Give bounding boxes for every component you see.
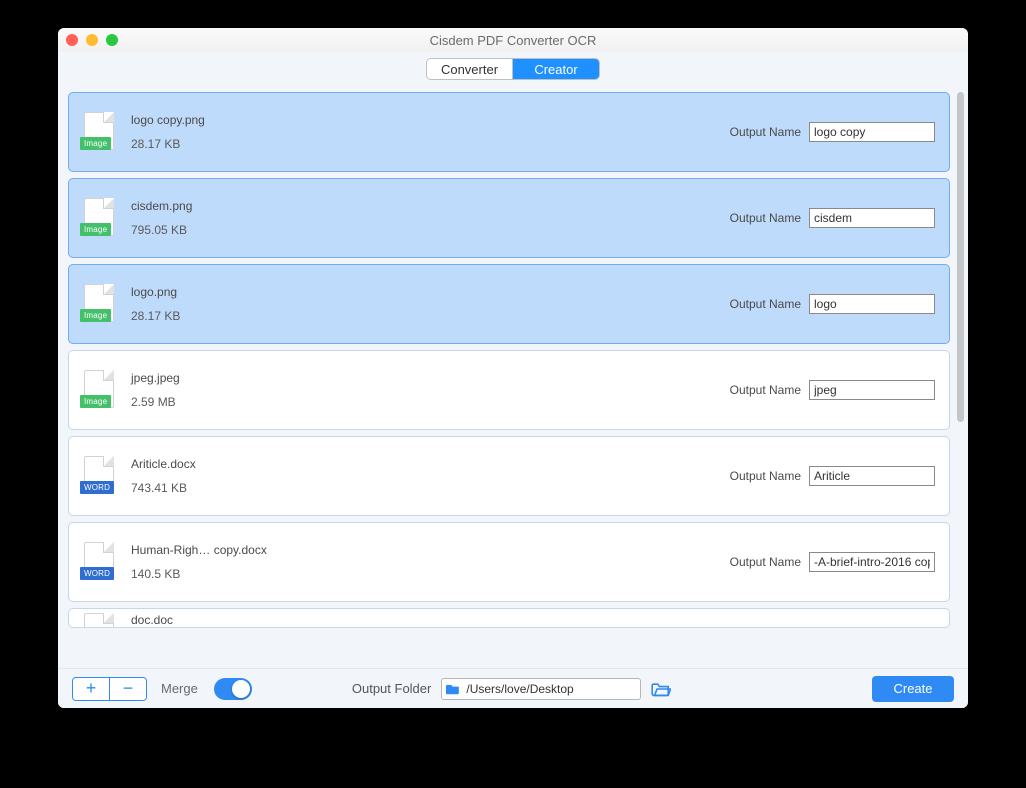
file-type-icon: Image xyxy=(83,198,115,238)
file-row[interactable]: Image cisdem.png 795.05 KB Output Name xyxy=(68,178,950,258)
output-name-input[interactable] xyxy=(809,380,935,400)
file-meta: logo copy.png 28.17 KB xyxy=(131,113,730,151)
mode-tabbar: Converter Creator xyxy=(58,52,968,88)
file-type-icon: Image xyxy=(83,112,115,152)
file-name: Ariticle.docx xyxy=(131,457,730,471)
create-button[interactable]: Create xyxy=(872,676,954,702)
browse-folder-button[interactable] xyxy=(651,680,671,698)
file-row[interactable]: Image logo copy.png 28.17 KB Output Name xyxy=(68,92,950,172)
scrollbar-track[interactable] xyxy=(956,88,968,668)
open-folder-icon xyxy=(651,681,671,697)
output-folder-field[interactable]: /Users/love/Desktop xyxy=(441,678,641,700)
mode-segmented-control: Converter Creator xyxy=(426,58,600,80)
file-row[interactable]: WORD Human-Righ… copy.docx 140.5 KB Outp… xyxy=(68,522,950,602)
file-row[interactable]: Image logo.png 28.17 KB Output Name xyxy=(68,264,950,344)
merge-label: Merge xyxy=(161,681,198,696)
file-row[interactable]: WORD Ariticle.docx 743.41 KB Output Name xyxy=(68,436,950,516)
file-size: 743.41 KB xyxy=(131,481,730,495)
file-size: 28.17 KB xyxy=(131,137,730,151)
file-type-icon: Image xyxy=(83,284,115,324)
output-name-label: Output Name xyxy=(730,125,801,139)
file-list-area: Image logo copy.png 28.17 KB Output Name… xyxy=(58,88,968,668)
output-name-label: Output Name xyxy=(730,469,801,483)
file-type-icon xyxy=(83,613,115,628)
file-name: jpeg.jpeg xyxy=(131,371,730,385)
window-controls xyxy=(66,34,118,46)
file-meta: doc.doc xyxy=(131,613,935,628)
window-title: Cisdem PDF Converter OCR xyxy=(58,33,968,48)
footer-bar: + − Merge Output Folder /Users/love/Desk… xyxy=(58,668,968,708)
minus-icon: − xyxy=(123,678,134,699)
file-size: 795.05 KB xyxy=(131,223,730,237)
file-meta: jpeg.jpeg 2.59 MB xyxy=(131,371,730,409)
tab-converter[interactable]: Converter xyxy=(427,59,513,79)
close-window-button[interactable] xyxy=(66,34,78,46)
file-size: 28.17 KB xyxy=(131,309,730,323)
file-name: cisdem.png xyxy=(131,199,730,213)
output-name-input[interactable] xyxy=(809,294,935,314)
minimize-window-button[interactable] xyxy=(86,34,98,46)
folder-icon xyxy=(446,683,460,695)
merge-toggle[interactable] xyxy=(214,678,252,700)
tab-creator[interactable]: Creator xyxy=(513,59,599,79)
file-type-icon: WORD xyxy=(83,456,115,496)
file-row[interactable]: Image jpeg.jpeg 2.59 MB Output Name xyxy=(68,350,950,430)
output-name-input[interactable] xyxy=(809,122,935,142)
file-type-icon: Image xyxy=(83,370,115,410)
add-file-button[interactable]: + xyxy=(73,678,109,700)
zoom-window-button[interactable] xyxy=(106,34,118,46)
add-remove-group: + − xyxy=(72,677,147,701)
app-window: Cisdem PDF Converter OCR Converter Creat… xyxy=(58,28,968,708)
toggle-knob xyxy=(232,680,250,698)
file-size: 140.5 KB xyxy=(131,567,730,581)
file-name: logo.png xyxy=(131,285,730,299)
output-name-input[interactable] xyxy=(809,208,935,228)
remove-file-button[interactable]: − xyxy=(110,678,146,700)
output-name-label: Output Name xyxy=(730,555,801,569)
output-name-input[interactable] xyxy=(809,466,935,486)
file-name: Human-Righ… copy.docx xyxy=(131,543,730,557)
output-name-input[interactable] xyxy=(809,552,935,572)
file-list: Image logo copy.png 28.17 KB Output Name… xyxy=(64,88,956,668)
output-folder-label: Output Folder xyxy=(352,681,432,696)
file-meta: cisdem.png 795.05 KB xyxy=(131,199,730,237)
file-size: 2.59 MB xyxy=(131,395,730,409)
scrollbar-thumb[interactable] xyxy=(957,92,964,422)
file-row[interactable]: doc.doc xyxy=(68,608,950,628)
output-folder-path: /Users/love/Desktop xyxy=(466,682,573,696)
output-name-label: Output Name xyxy=(730,211,801,225)
file-name: logo copy.png xyxy=(131,113,730,127)
output-name-label: Output Name xyxy=(730,297,801,311)
file-meta: logo.png 28.17 KB xyxy=(131,285,730,323)
file-name: doc.doc xyxy=(131,613,935,627)
file-meta: Ariticle.docx 743.41 KB xyxy=(131,457,730,495)
plus-icon: + xyxy=(86,678,97,699)
titlebar: Cisdem PDF Converter OCR xyxy=(58,28,968,52)
output-name-label: Output Name xyxy=(730,383,801,397)
file-meta: Human-Righ… copy.docx 140.5 KB xyxy=(131,543,730,581)
file-type-icon: WORD xyxy=(83,542,115,582)
